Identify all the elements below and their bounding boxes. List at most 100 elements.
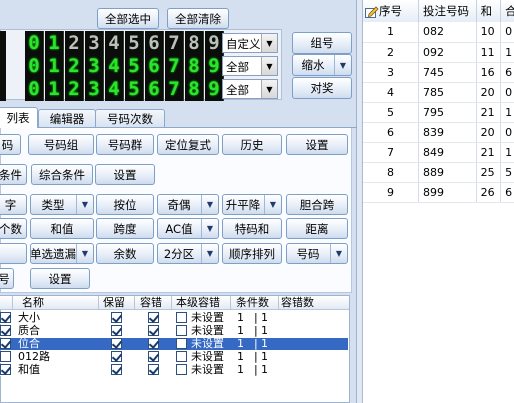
settings-button-1[interactable]: 设置: [286, 134, 348, 155]
condition-button[interactable]: 条件: [0, 164, 27, 185]
number-button[interactable]: 号: [0, 268, 14, 289]
grid-row[interactable]: 和值 未设置 1 | 1: [0, 364, 348, 376]
chevron-down-icon[interactable]: ▼: [261, 34, 277, 52]
keep-checkbox[interactable]: [111, 338, 122, 349]
digit-toggle[interactable]: 2: [65, 54, 84, 78]
tolerance-checkbox[interactable]: [148, 338, 159, 349]
digit-row-select[interactable]: 全部 ▼: [222, 56, 278, 76]
single-omission-split-button[interactable]: 单选遗漏 ▼: [30, 243, 94, 264]
digit-toggle[interactable]: 5: [125, 54, 144, 78]
chevron-down-icon[interactable]: ▼: [334, 55, 351, 75]
digit-toggle[interactable]: 7: [165, 54, 184, 78]
chevron-down-icon[interactable]: ▼: [76, 195, 93, 214]
digit-toggle[interactable]: 4: [105, 77, 124, 101]
chevron-down-icon[interactable]: ▼: [264, 195, 281, 214]
ac-value-split-button[interactable]: AC值 ▼: [157, 218, 219, 239]
span-button[interactable]: 跨度: [96, 218, 154, 239]
settings-button-2[interactable]: 设置: [95, 164, 155, 185]
digit-toggle[interactable]: 7: [165, 77, 184, 101]
grid-header-tolerance[interactable]: 容错: [140, 296, 162, 310]
sum-value-button[interactable]: 和值: [30, 218, 94, 239]
chevron-down-icon[interactable]: ▼: [201, 195, 218, 214]
sum-column-header[interactable]: 和: [476, 0, 502, 22]
digit-toggle[interactable]: 4: [105, 31, 124, 55]
grid-header-keep[interactable]: 保留: [103, 296, 125, 310]
digit-toggle[interactable]: 3: [85, 54, 104, 78]
row-select-checkbox[interactable]: [0, 364, 11, 375]
level-tolerance-checkbox[interactable]: [176, 312, 187, 323]
digit-toggle[interactable]: 3: [85, 77, 104, 101]
digit-toggle[interactable]: 0: [25, 31, 44, 55]
digit-toggle[interactable]: 3: [85, 31, 104, 55]
digit-toggle[interactable]: 0: [25, 54, 44, 78]
seq-column-header[interactable]: 序号: [363, 0, 419, 22]
digit-toggle[interactable]: 6: [145, 54, 164, 78]
table-row[interactable]: 7 849 21 1: [363, 142, 514, 163]
table-row[interactable]: 6 839 20 0: [363, 122, 514, 143]
grid-row[interactable]: 质合 未设置 1 | 1: [0, 325, 348, 337]
keep-checkbox[interactable]: [111, 312, 122, 323]
grid-header-level-tolerance[interactable]: 本级容错: [176, 296, 220, 310]
chevron-down-icon[interactable]: ▼: [261, 57, 277, 75]
row-select-checkbox[interactable]: [0, 338, 11, 349]
settings-button-3[interactable]: 设置: [30, 268, 90, 289]
code-button[interactable]: 码: [0, 134, 21, 155]
tolerance-checkbox[interactable]: [148, 351, 159, 362]
grid-row[interactable]: 012路 未设置 1 | 1: [0, 351, 348, 363]
tolerance-checkbox[interactable]: [148, 364, 159, 375]
tab-editor[interactable]: 编辑器: [38, 109, 96, 127]
digit-toggle[interactable]: 7: [165, 31, 184, 55]
digit-toggle[interactable]: 1: [45, 31, 64, 55]
digit-row-select[interactable]: 全部 ▼: [222, 79, 278, 99]
keep-checkbox[interactable]: [111, 325, 122, 336]
two-zone-split-button[interactable]: 2分区 ▼: [157, 243, 219, 264]
combined-condition-button[interactable]: 综合条件: [31, 164, 93, 185]
table-row[interactable]: 3 745 16 6: [363, 62, 514, 83]
count-button[interactable]: 个数: [0, 218, 27, 239]
table-row[interactable]: 1 082 10 0: [363, 22, 514, 43]
grid-header-tolerance-count[interactable]: 容错数: [281, 296, 314, 310]
level-tolerance-checkbox[interactable]: [176, 364, 187, 375]
clear-all-button[interactable]: 全部清除: [167, 8, 229, 29]
digit-toggle[interactable]: 6: [145, 31, 164, 55]
distance-button[interactable]: 距离: [286, 218, 348, 239]
grid-row[interactable]: 位合 未设置 1 | 1: [0, 338, 348, 350]
row-select-checkbox[interactable]: [0, 312, 11, 323]
number-split-button[interactable]: 号码 ▼: [286, 243, 348, 264]
number-cluster-button[interactable]: 号码群: [96, 134, 154, 155]
chevron-down-icon[interactable]: ▼: [201, 244, 218, 263]
table-row[interactable]: 8 889 25 5: [363, 162, 514, 183]
digit-toggle[interactable]: 5: [125, 77, 144, 101]
level-tolerance-checkbox[interactable]: [176, 338, 187, 349]
digit-toggle[interactable]: 5: [125, 31, 144, 55]
chevron-down-icon[interactable]: ▼: [330, 244, 347, 263]
chevron-down-icon[interactable]: ▼: [201, 219, 218, 238]
by-position-button[interactable]: 按位: [96, 194, 154, 215]
digit-toggle[interactable]: 2: [65, 31, 84, 55]
odd-even-split-button[interactable]: 奇偶 ▼: [157, 194, 219, 215]
group-button[interactable]: 组号: [292, 32, 352, 54]
tolerance-checkbox[interactable]: [148, 325, 159, 336]
remainder-button[interactable]: 余数: [96, 243, 154, 264]
row5-edge-button[interactable]: [0, 243, 27, 264]
level-tolerance-checkbox[interactable]: [176, 325, 187, 336]
tab-list[interactable]: 列表: [0, 107, 38, 128]
digit-toggle[interactable]: 2: [65, 77, 84, 101]
select-all-button[interactable]: 全部选中: [97, 8, 159, 29]
dan-sum-span-button[interactable]: 胆合跨: [286, 194, 348, 215]
digit-toggle[interactable]: 0: [25, 77, 44, 101]
position-compound-button[interactable]: 定位复式: [157, 134, 219, 155]
grid-row[interactable]: 大小 未设置 1 | 1: [0, 312, 348, 324]
table-row[interactable]: 5 795 21 1: [363, 102, 514, 123]
he-column-header[interactable]: 合: [500, 0, 514, 22]
chevron-down-icon[interactable]: ▼: [261, 80, 277, 98]
tab-number-count[interactable]: 号码次数: [95, 109, 165, 127]
grid-header-condition-count[interactable]: 条件数: [236, 296, 269, 310]
table-row[interactable]: 2 092 11 1: [363, 42, 514, 63]
match-button[interactable]: 对奖: [292, 77, 352, 99]
history-button[interactable]: 历史: [222, 134, 282, 155]
shrink-split-button[interactable]: 缩水 ▼: [292, 54, 352, 76]
grid-header-name[interactable]: 名称: [22, 296, 44, 310]
keep-checkbox[interactable]: [111, 351, 122, 362]
row-select-checkbox[interactable]: [0, 351, 11, 362]
